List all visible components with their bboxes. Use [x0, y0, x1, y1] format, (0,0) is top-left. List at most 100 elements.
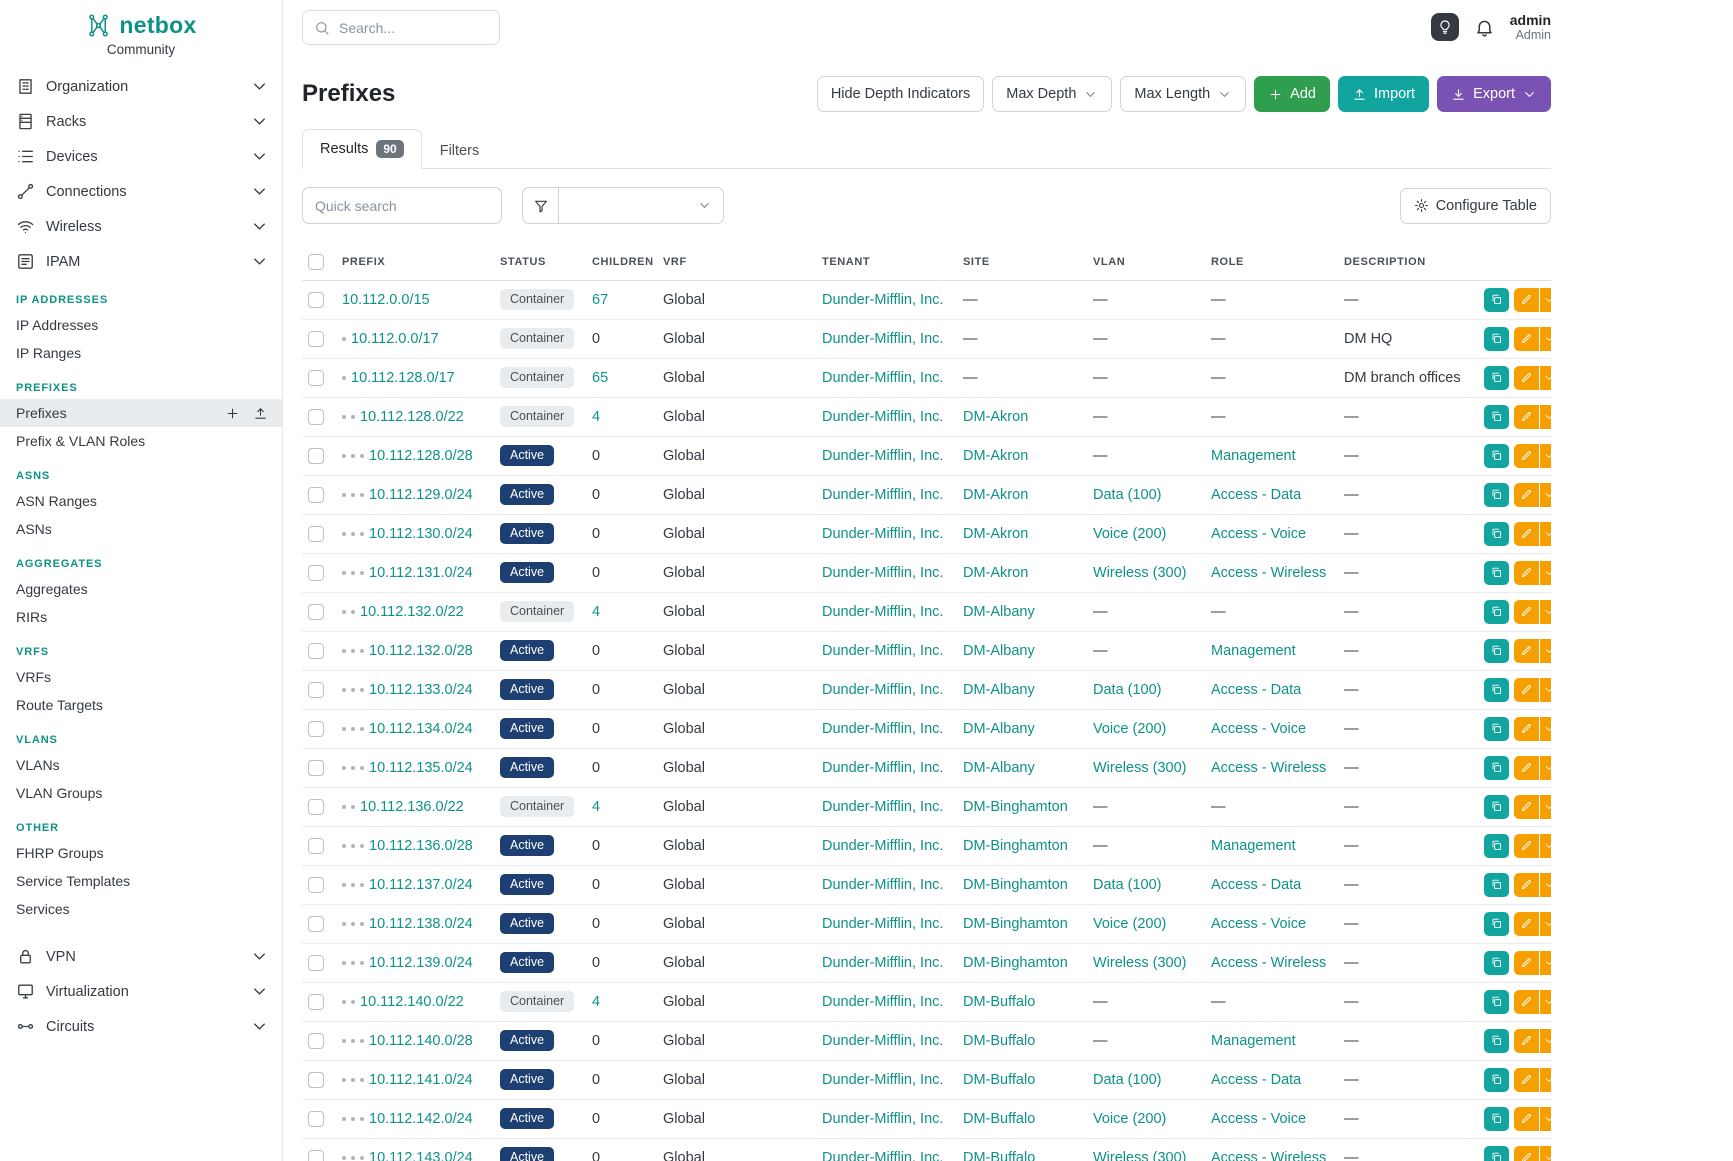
prefix-link[interactable]: 10.112.133.0/24	[369, 682, 473, 698]
vlan-link[interactable]: Voice (200)	[1093, 526, 1166, 542]
site-link[interactable]: DM-Akron	[963, 565, 1028, 581]
prefix-link[interactable]: 10.112.128.0/28	[369, 448, 473, 464]
role-link[interactable]: Access - Data	[1211, 1072, 1301, 1088]
prefix-link[interactable]: 10.112.139.0/24	[369, 955, 473, 971]
sidebar-item-ipam[interactable]: IPAM	[0, 244, 282, 279]
tenant-link[interactable]: Dunder-Mifflin, Inc.	[822, 721, 943, 737]
vlan-link[interactable]: Data (100)	[1093, 1072, 1162, 1088]
hide-depth-indicators-button[interactable]: Hide Depth Indicators	[817, 76, 984, 112]
column-header-site[interactable]: SITE	[963, 244, 1093, 280]
tenant-link[interactable]: Dunder-Mifflin, Inc.	[822, 292, 943, 308]
brand[interactable]: netbox Community	[0, 0, 282, 61]
role-link[interactable]: Access - Data	[1211, 487, 1301, 503]
site-link[interactable]: DM-Buffalo	[963, 1111, 1035, 1127]
user-menu[interactable]: admin Admin	[1510, 12, 1551, 44]
row-menu-button[interactable]	[1540, 1107, 1551, 1131]
select-all-checkbox[interactable]	[308, 254, 324, 270]
column-header-children[interactable]: CHILDREN	[592, 244, 663, 280]
sidebar-item-circuits[interactable]: Circuits	[0, 1009, 282, 1044]
role-link[interactable]: Access - Wireless	[1211, 565, 1326, 581]
filter-button[interactable]	[522, 187, 559, 224]
sidebar-item-prefixes[interactable]: Prefixes	[0, 399, 282, 427]
tenant-link[interactable]: Dunder-Mifflin, Inc.	[822, 1150, 943, 1161]
sidebar-item-service-templates[interactable]: Service Templates	[0, 867, 282, 895]
copy-button[interactable]	[1484, 600, 1509, 624]
tenant-link[interactable]: Dunder-Mifflin, Inc.	[822, 955, 943, 971]
site-link[interactable]: DM-Akron	[963, 526, 1028, 542]
copy-button[interactable]	[1484, 678, 1509, 702]
children-link[interactable]: 67	[592, 292, 608, 308]
row-menu-button[interactable]	[1540, 639, 1551, 663]
row-menu-button[interactable]	[1540, 561, 1551, 585]
site-link[interactable]: DM-Akron	[963, 409, 1028, 425]
prefix-link[interactable]: 10.112.137.0/24	[369, 877, 473, 893]
tenant-link[interactable]: Dunder-Mifflin, Inc.	[822, 448, 943, 464]
global-search-input[interactable]	[339, 20, 488, 36]
role-link[interactable]: Management	[1211, 1033, 1296, 1049]
copy-button[interactable]	[1484, 522, 1509, 546]
vlan-link[interactable]: Wireless (300)	[1093, 1150, 1186, 1161]
row-menu-button[interactable]	[1540, 288, 1551, 312]
copy-button[interactable]	[1484, 1068, 1509, 1092]
tenant-link[interactable]: Dunder-Mifflin, Inc.	[822, 565, 943, 581]
vlan-link[interactable]: Wireless (300)	[1093, 565, 1186, 581]
copy-button[interactable]	[1484, 288, 1509, 312]
edit-button[interactable]	[1514, 288, 1539, 312]
sidebar-item-rirs[interactable]: RIRs	[0, 603, 282, 631]
sidebar-item-wireless[interactable]: Wireless	[0, 209, 282, 244]
site-link[interactable]: DM-Buffalo	[963, 1150, 1035, 1161]
sidebar-item-aggregates[interactable]: Aggregates	[0, 575, 282, 603]
row-menu-button[interactable]	[1540, 795, 1551, 819]
site-link[interactable]: DM-Albany	[963, 721, 1035, 737]
site-link[interactable]: DM-Akron	[963, 448, 1028, 464]
copy-button[interactable]	[1484, 795, 1509, 819]
row-menu-button[interactable]	[1540, 1029, 1551, 1053]
row-menu-button[interactable]	[1540, 717, 1551, 741]
tenant-link[interactable]: Dunder-Mifflin, Inc.	[822, 331, 943, 347]
role-link[interactable]: Access - Wireless	[1211, 760, 1326, 776]
copy-button[interactable]	[1484, 483, 1509, 507]
row-menu-button[interactable]	[1540, 1068, 1551, 1092]
max-length-dropdown[interactable]: Max Length	[1120, 76, 1246, 112]
prefix-link[interactable]: 10.112.132.0/28	[369, 643, 473, 659]
max-depth-dropdown[interactable]: Max Depth	[992, 76, 1112, 112]
copy-button[interactable]	[1484, 756, 1509, 780]
row-menu-button[interactable]	[1540, 912, 1551, 936]
edit-button[interactable]	[1514, 1146, 1539, 1161]
edit-button[interactable]	[1514, 1107, 1539, 1131]
copy-button[interactable]	[1484, 912, 1509, 936]
vlan-link[interactable]: Wireless (300)	[1093, 760, 1186, 776]
column-header-role[interactable]: ROLE	[1211, 244, 1344, 280]
prefix-link[interactable]: 10.112.128.0/17	[351, 370, 455, 386]
row-checkbox[interactable]	[308, 877, 324, 893]
sidebar-item-asn-ranges[interactable]: ASN Ranges	[0, 487, 282, 515]
tenant-link[interactable]: Dunder-Mifflin, Inc.	[822, 916, 943, 932]
theme-toggle-button[interactable]	[1431, 13, 1459, 41]
row-menu-button[interactable]	[1540, 1146, 1551, 1161]
site-link[interactable]: DM-Akron	[963, 487, 1028, 503]
role-link[interactable]: Management	[1211, 643, 1296, 659]
prefix-link[interactable]: 10.112.0.0/15	[342, 292, 430, 308]
prefix-link[interactable]: 10.112.0.0/17	[351, 331, 439, 347]
site-link[interactable]: DM-Buffalo	[963, 1033, 1035, 1049]
sidebar-item-route-targets[interactable]: Route Targets	[0, 691, 282, 719]
row-checkbox[interactable]	[308, 331, 324, 347]
row-checkbox[interactable]	[308, 526, 324, 542]
role-link[interactable]: Management	[1211, 448, 1296, 464]
quick-import-button[interactable]	[253, 406, 268, 421]
sidebar-item-services[interactable]: Services	[0, 895, 282, 923]
copy-button[interactable]	[1484, 1107, 1509, 1131]
tenant-link[interactable]: Dunder-Mifflin, Inc.	[822, 994, 943, 1010]
sidebar-item-organization[interactable]: Organization	[0, 69, 282, 104]
copy-button[interactable]	[1484, 639, 1509, 663]
site-link[interactable]: DM-Buffalo	[963, 994, 1035, 1010]
row-checkbox[interactable]	[308, 292, 324, 308]
column-header-vlan[interactable]: VLAN	[1093, 244, 1211, 280]
tenant-link[interactable]: Dunder-Mifflin, Inc.	[822, 1072, 943, 1088]
row-menu-button[interactable]	[1540, 951, 1551, 975]
vlan-link[interactable]: Voice (200)	[1093, 721, 1166, 737]
sidebar-item-ip-ranges[interactable]: IP Ranges	[0, 339, 282, 367]
row-checkbox[interactable]	[308, 370, 324, 386]
prefix-link[interactable]: 10.112.128.0/22	[360, 409, 464, 425]
configure-table-button[interactable]: Configure Table	[1400, 188, 1551, 224]
